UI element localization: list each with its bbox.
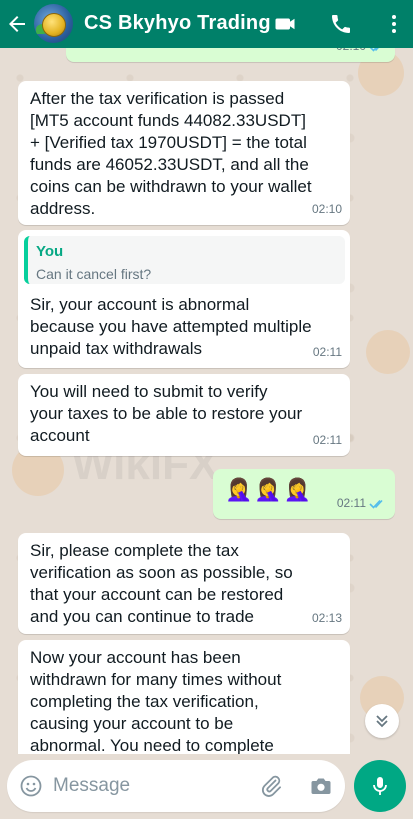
video-call-button[interactable] — [274, 12, 298, 36]
video-call-icon — [275, 18, 295, 30]
message-bubble-incoming[interactable]: Now your account has been withdrawn for … — [18, 640, 350, 754]
message-meta: 02:13 — [312, 607, 342, 629]
more-vertical-icon — [392, 15, 396, 33]
voice-call-button[interactable] — [329, 12, 353, 36]
message-bubble-incoming[interactable]: You Can it cancel first? Sir, your accou… — [18, 230, 350, 368]
message-bubble-incoming[interactable]: You will need to submit to verify your t… — [18, 374, 350, 456]
message-composer — [7, 760, 345, 812]
message-time: 02:10 — [311, 202, 342, 216]
message-time: 02:13 — [311, 611, 342, 625]
microphone-icon — [373, 777, 387, 795]
contact-name[interactable]: CS Bkyhyo Trading — [84, 12, 271, 35]
more-options-button[interactable] — [382, 12, 406, 36]
message-input[interactable] — [53, 770, 243, 802]
arrow-left-icon — [9, 16, 25, 32]
emoji-icon[interactable] — [19, 774, 43, 798]
message-bubble-outgoing[interactable]: 🤦‍♀️🤦‍♀️🤦‍♀️ 02:11 — [213, 469, 395, 519]
contact-avatar[interactable] — [34, 4, 73, 43]
message-meta: 02:10 — [336, 48, 387, 57]
scroll-to-bottom-button[interactable] — [365, 704, 399, 738]
emoji-message: 🤦‍♀️🤦‍♀️🤦‍♀️ — [225, 477, 314, 502]
read-ticks-icon — [369, 499, 383, 509]
message-bubble-incoming[interactable]: After the tax verification is passed [MT… — [18, 81, 350, 225]
message-meta: 02:11 — [313, 429, 342, 451]
quoted-message[interactable]: You Can it cancel first? — [24, 236, 345, 284]
message-meta: 02:10 — [312, 198, 342, 220]
quoted-text: Can it cancel first? — [36, 266, 152, 282]
message-time: 02:11 — [312, 433, 342, 447]
message-text: Now your account has been withdrawn for … — [30, 648, 282, 754]
message-text: After the tax verification is passed [MT… — [30, 89, 312, 218]
message-meta: 02:11 — [313, 341, 342, 363]
camera-icon[interactable] — [309, 774, 333, 798]
phone-icon — [332, 15, 350, 33]
voice-record-button[interactable] — [354, 760, 406, 812]
message-bubble-outgoing[interactable]: 02:10 — [66, 48, 395, 62]
message-time: 02:11 — [336, 496, 366, 510]
back-button[interactable] — [5, 12, 29, 36]
quoted-author: You — [36, 243, 64, 260]
message-time: 02:10 — [336, 48, 366, 57]
message-bubble-incoming[interactable]: Sir, please complete the tax verificatio… — [18, 533, 350, 634]
message-meta: 02:11 — [337, 492, 387, 514]
read-ticks-icon — [370, 48, 379, 52]
message-text: You will need to submit to verify your t… — [30, 382, 303, 445]
paperclip-icon[interactable] — [259, 774, 283, 798]
chat-area[interactable]: WikiFX WikiFX WikiFX 02:10 After the tax… — [0, 48, 413, 754]
message-text: Sir, please complete the tax verificatio… — [30, 541, 293, 626]
chat-header: CS Bkyhyo Trading — [0, 0, 413, 48]
message-time: 02:11 — [312, 345, 342, 359]
message-text: Sir, your account is abnormal because yo… — [30, 295, 312, 358]
double-chevron-down-icon — [376, 715, 388, 728]
